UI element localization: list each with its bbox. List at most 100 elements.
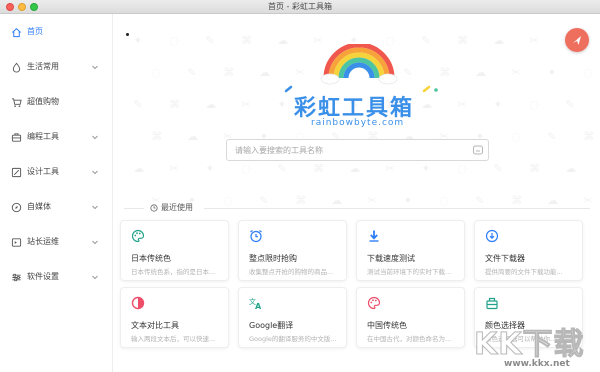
app-logo: 彩虹工具箱 rainbowbyte.com: [264, 42, 454, 134]
app-logo-subtitle: rainbowbyte.com: [311, 118, 405, 128]
compass-icon: [10, 201, 22, 213]
tool-card-title: 文件下载器: [485, 254, 525, 263]
sidebar: 首页 生活常用 超值购物 编程工具 设计工具 自媒体 站长运维 软件设置: [0, 14, 113, 372]
sidebar-item-home[interactable]: 首页: [0, 21, 113, 43]
pattern-glyph: ◌: [169, 34, 179, 47]
pattern-glyph: ⌘: [241, 34, 253, 47]
pattern-glyph: ◌: [529, 98, 539, 111]
title-bar: 首页 - 彩虹工具箱: [0, 0, 600, 14]
sliders-icon: [10, 271, 22, 283]
pattern-glyph: ✂: [241, 98, 251, 111]
sidebar-item-coding[interactable]: 编程工具: [0, 126, 113, 148]
pattern-glyph: ✎: [565, 98, 575, 111]
pattern-glyph: ☁: [133, 162, 145, 175]
pattern-glyph: ◌: [241, 162, 251, 175]
fab-button[interactable]: [565, 28, 589, 52]
chevron-down-icon: [92, 205, 98, 210]
pattern-glyph: ✦: [421, 162, 431, 175]
minimize-window-button[interactable]: [18, 3, 26, 11]
color-box-icon: [486, 297, 498, 310]
pattern-glyph: ☁: [205, 98, 217, 111]
sidebar-item-life[interactable]: 生活常用: [0, 56, 113, 78]
tool-card-description: 在中国古代，对颜色命名为...: [367, 335, 452, 343]
pattern-glyph: ✎: [277, 162, 287, 175]
sidebar-item-label: 软件设置: [27, 272, 59, 281]
design-icon: [10, 166, 22, 178]
pattern-glyph: ☁: [187, 130, 199, 143]
pattern-glyph: ✦: [493, 98, 503, 111]
pattern-glyph: ✦: [547, 66, 557, 79]
tool-card-file-downloader[interactable]: 文件下载器 提供简要的文件下载功能...: [474, 220, 583, 281]
home-icon: [10, 26, 22, 38]
sidebar-item-label: 超值购物: [27, 97, 59, 106]
pattern-glyph: ⌘: [223, 66, 235, 79]
palette-icon: [131, 229, 145, 243]
tool-card-title: 中国传统色: [367, 321, 407, 330]
chevron-down-icon: [92, 240, 98, 245]
sidebar-item-label: 站长运维: [27, 237, 59, 246]
pattern-glyph: ☁: [475, 66, 487, 79]
watermark-brand: KK下载: [474, 327, 585, 363]
tool-card-description: 日本传统色系，指的是日本...: [131, 268, 216, 276]
tool-card-speed-test[interactable]: 下载速度测试 测试当前环境下的实时下载...: [356, 220, 465, 281]
send-icon: [573, 36, 581, 45]
app-window: 首页 - 彩虹工具箱 首页 生活常用 超值购物 编程工具 设计工具 自媒体 站长…: [0, 0, 600, 372]
pattern-glyph: ☁: [565, 162, 577, 175]
tool-card-flash-sale[interactable]: 整点限时抢购 收集整点开抢的购物的商品...: [238, 220, 347, 281]
close-window-button[interactable]: [6, 3, 14, 11]
watermark-url: www.kkx.net: [504, 359, 570, 369]
sidebar-item-media[interactable]: 自媒体: [0, 196, 113, 218]
svg-text:A: A: [255, 302, 262, 310]
recent-label-group: 最近使用: [146, 202, 197, 214]
sidebar-item-settings[interactable]: 软件设置: [0, 266, 113, 288]
rainbow-icon: [284, 42, 438, 93]
pattern-glyph: ✎: [493, 162, 503, 175]
pattern-glyph: ✂: [511, 66, 521, 79]
chevron-down-icon: [92, 170, 98, 175]
server-icon: [10, 236, 22, 248]
pattern-glyph: ✂: [529, 34, 539, 47]
pattern-glyph: ☁: [493, 34, 505, 47]
window-controls: [6, 3, 38, 11]
sidebar-item-label: 编程工具: [27, 132, 59, 141]
sidebar-item-shopping[interactable]: 超值购物: [0, 91, 113, 113]
pattern-glyph: ✦: [133, 34, 143, 47]
pattern-glyph: ☁: [349, 162, 361, 175]
sidebar-item-ops[interactable]: 站长运维: [0, 231, 113, 253]
maximize-window-button[interactable]: [30, 3, 38, 11]
recent-section-header: 最近使用: [124, 202, 590, 214]
pattern-glyph: ✎: [205, 34, 215, 47]
mouse-cursor: [126, 33, 129, 36]
search-box[interactable]: [226, 139, 489, 161]
pattern-glyph: ✦: [205, 162, 215, 175]
tool-card-description: Google的翻译服务的中文版...: [249, 335, 337, 343]
tool-card-title: Google翻译: [249, 321, 294, 330]
chevron-down-icon: [92, 65, 98, 70]
pattern-glyph: ◌: [511, 130, 521, 143]
pattern-glyph: ⌘: [583, 130, 595, 143]
pattern-glyph: ⌘: [169, 98, 181, 111]
sidebar-item-design[interactable]: 设计工具: [0, 161, 113, 183]
window-title: 首页 - 彩虹工具箱: [268, 1, 332, 11]
pattern-glyph: ⌘: [151, 130, 163, 143]
pattern-glyph: ◌: [151, 66, 161, 79]
tool-card-description: 收集整点开抢的购物的商品...: [249, 268, 334, 276]
pattern-glyph: ⌘: [529, 162, 541, 175]
tool-card-description: 提供简要的文件下载功能...: [485, 268, 563, 276]
tool-card-google-translate[interactable]: 文A Google翻译 Google的翻译服务的中文版...: [238, 287, 347, 348]
search-icon[interactable]: [472, 144, 484, 156]
chevron-down-icon: [92, 275, 98, 280]
search-input[interactable]: [235, 143, 460, 157]
chevron-down-icon: [92, 135, 98, 140]
pattern-glyph: ⌘: [457, 34, 469, 47]
tool-card-text-diff[interactable]: 文本对比工具 输入两段文本后，可以快速...: [120, 287, 229, 348]
pattern-glyph: ✂: [457, 98, 467, 111]
translate-icon: 文A: [249, 297, 262, 310]
sidebar-item-label: 自媒体: [27, 202, 51, 211]
tool-card-china-colors[interactable]: 中国传统色 在中国古代，对颜色命名为...: [356, 287, 465, 348]
pattern-glyph: ✎: [547, 130, 557, 143]
contrast-icon: [131, 296, 145, 310]
tool-card-title: 日本传统色: [131, 254, 171, 263]
tool-card-japan-colors[interactable]: 日本传统色 日本传统色系，指的是日本...: [120, 220, 229, 281]
pattern-glyph: ✂: [169, 162, 179, 175]
